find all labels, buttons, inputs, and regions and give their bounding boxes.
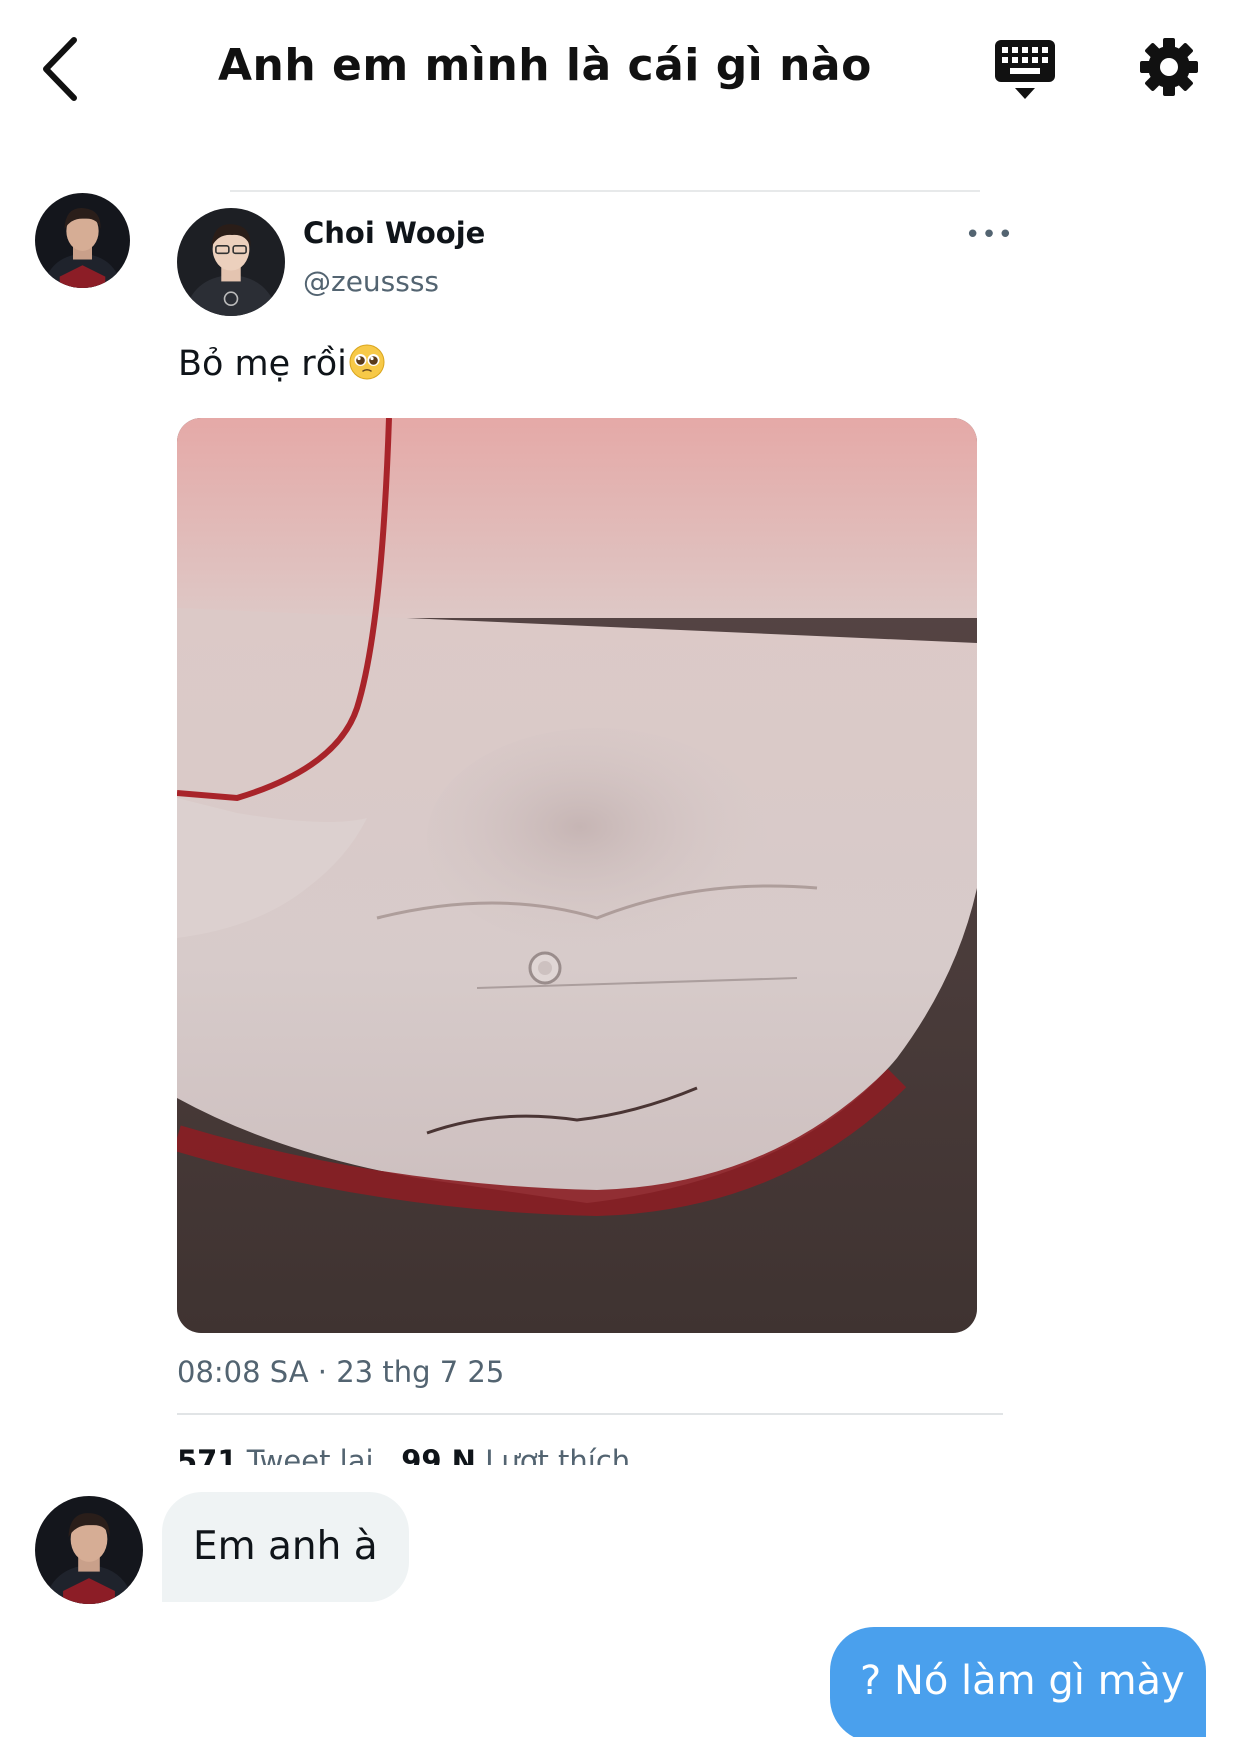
avatar-image	[35, 193, 130, 288]
outgoing-message-bubble[interactable]: ? Nó làm gì mày	[830, 1627, 1206, 1737]
keyboard-icon	[995, 40, 1055, 99]
tweet-timestamp: 08:08 SA · 23 thg 7 25	[177, 1355, 505, 1389]
tweet-author-avatar[interactable]	[177, 208, 285, 316]
tweet-author-name[interactable]: Choi Wooje	[303, 216, 485, 250]
avatar-image	[35, 1496, 143, 1604]
chevron-left-icon	[43, 37, 77, 101]
settings-button[interactable]	[1138, 36, 1200, 98]
sender-avatar[interactable]	[35, 193, 130, 288]
car-bumper-dent-image	[177, 418, 977, 1333]
shared-tweet-card[interactable]: Choi Wooje @zeussss ••• Bỏ mẹ rồi 08:08 …	[160, 190, 1010, 1465]
retweet-count[interactable]: 571	[177, 1444, 238, 1465]
avatar-image	[177, 208, 285, 316]
dm-conversation-screen: Anh em mình là cái gì nào Choi Wooje @ze…	[0, 0, 1242, 1737]
tweet-stats: 571 Tweet lại 99 N Lượt thích	[177, 1444, 630, 1465]
pleading-face-emoji-icon	[349, 344, 385, 380]
tweet-photo[interactable]	[177, 418, 977, 1333]
tweet-author-handle[interactable]: @zeussss	[303, 265, 439, 298]
keyboard-button[interactable]	[993, 38, 1057, 102]
retweet-label: Tweet lại	[246, 1444, 374, 1465]
tweet-divider	[177, 1413, 1003, 1415]
back-button[interactable]	[38, 34, 88, 104]
tweet-text: Bỏ mẹ rồi	[178, 344, 385, 384]
sender-avatar[interactable]	[35, 1496, 143, 1604]
card-divider	[230, 190, 980, 192]
tweet-text-body: Bỏ mẹ rồi	[178, 344, 347, 384]
gear-icon	[1140, 38, 1198, 96]
like-label: Lượt thích	[485, 1444, 631, 1465]
conversation-title: Anh em mình là cái gì nào	[218, 40, 872, 91]
incoming-message-bubble[interactable]: Em anh à	[162, 1492, 409, 1602]
more-options-icon[interactable]: •••	[965, 220, 1010, 250]
like-count[interactable]: 99 N	[401, 1444, 476, 1465]
